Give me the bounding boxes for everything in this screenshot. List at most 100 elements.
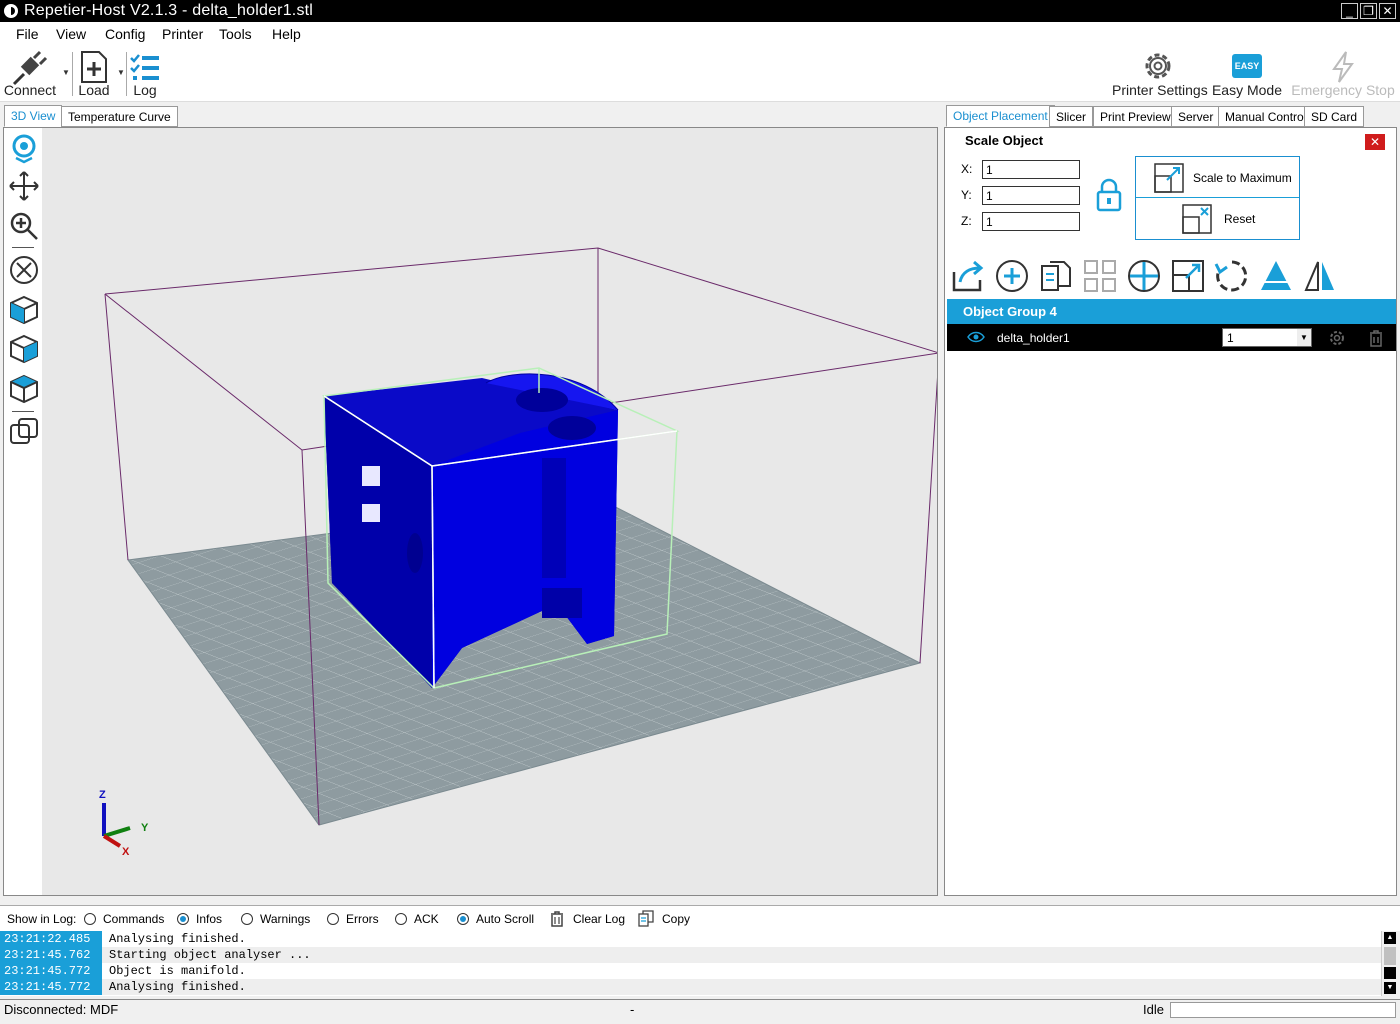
scale-x-label: X:: [961, 162, 973, 176]
printer-state: Idle: [1143, 1002, 1164, 1017]
commands-radio[interactable]: [84, 913, 96, 925]
object-settings-gear-icon[interactable]: [1328, 329, 1346, 347]
title-bar: Repetier-Host V2.1.3 - delta_holder1.stl…: [0, 0, 1400, 22]
clear-log-button[interactable]: Clear Log: [573, 912, 625, 926]
autoposition-icon[interactable]: [1082, 258, 1118, 294]
axis-x-label: X: [122, 846, 130, 858]
warnings-radio[interactable]: [241, 913, 253, 925]
scale-object-icon[interactable]: [1170, 258, 1206, 294]
auto-scroll-radio[interactable]: [457, 913, 469, 925]
tab-object-placement[interactable]: Object Placement: [946, 105, 1055, 127]
errors-radio[interactable]: [327, 913, 339, 925]
scroll-thumb[interactable]: [1384, 947, 1396, 965]
3d-scene: Z Y X: [99, 247, 937, 858]
scale-to-maximum-label: Scale to Maximum: [1193, 171, 1292, 185]
connect-button[interactable]: Connect: [2, 48, 58, 100]
visibility-eye-icon[interactable]: [967, 331, 985, 343]
emergency-stop-label: Emergency Stop: [1291, 82, 1395, 98]
scale-y-label: Y:: [961, 188, 972, 202]
cube-top-icon[interactable]: [8, 373, 40, 405]
load-dropdown-icon[interactable]: ▼: [117, 68, 125, 77]
menu-printer[interactable]: Printer: [162, 26, 203, 42]
status-middle: -: [630, 1002, 635, 1017]
object-group-header[interactable]: Object Group 4: [947, 299, 1396, 324]
reset-scale-button[interactable]: Reset: [1136, 199, 1299, 239]
log-scrollbar[interactable]: ▲ ▼: [1381, 931, 1398, 996]
lightning-icon: [1332, 51, 1354, 83]
toolbar-separator: [126, 52, 127, 96]
errors-label: Errors: [346, 912, 379, 926]
scroll-down-icon[interactable]: ▼: [1384, 982, 1396, 994]
perspective-icon[interactable]: [8, 416, 40, 448]
rotate-object-icon[interactable]: [1214, 258, 1250, 294]
cube-side-icon[interactable]: [8, 333, 40, 365]
tab-3d-view[interactable]: 3D View: [4, 105, 63, 127]
connect-dropdown-icon[interactable]: ▼: [62, 68, 70, 77]
emergency-stop-button[interactable]: Emergency Stop: [1290, 48, 1396, 100]
center-object-icon[interactable]: [1126, 258, 1162, 294]
scale-to-maximum-button[interactable]: Scale to Maximum: [1136, 157, 1299, 198]
copy-log-icon[interactable]: [638, 910, 654, 927]
3d-viewport[interactable]: Z Y X: [3, 127, 938, 896]
log-timestamp: 23:21:22.485: [0, 931, 102, 947]
copy-object-icon[interactable]: [1038, 258, 1074, 294]
add-object-icon[interactable]: [994, 258, 1030, 294]
add-file-icon: [81, 51, 107, 83]
menu-view[interactable]: View: [56, 26, 86, 42]
tool-separator: [12, 411, 34, 412]
easy-mode-button[interactable]: EASY Easy Mode: [1210, 48, 1284, 100]
export-icon[interactable]: [950, 258, 986, 294]
scale-z-input[interactable]: [982, 212, 1080, 231]
app-icon: [4, 4, 18, 18]
move-view-icon[interactable]: [8, 170, 40, 202]
cut-object-icon[interactable]: [1258, 258, 1294, 294]
object-count-select[interactable]: 1 ▼: [1222, 328, 1312, 347]
trash-icon[interactable]: [1368, 329, 1384, 347]
log-button[interactable]: Log: [128, 48, 162, 100]
log-list[interactable]: 23:21:22.485 Analysing finished. 23:21:4…: [0, 931, 1381, 996]
tab-temperature-curve[interactable]: Temperature Curve: [61, 106, 178, 127]
scale-z-label: Z:: [961, 214, 972, 228]
printer-settings-button[interactable]: Printer Settings: [1112, 48, 1208, 100]
object-row[interactable]: delta_holder1 1 ▼: [947, 324, 1396, 351]
menu-tools[interactable]: Tools: [219, 26, 252, 42]
rotate-view-icon[interactable]: [8, 132, 40, 164]
tab-server[interactable]: Server: [1171, 106, 1221, 127]
close-button[interactable]: ✕: [1379, 3, 1396, 19]
infos-label: Infos: [196, 912, 223, 926]
object-count-value: 1: [1227, 331, 1234, 345]
zoom-icon[interactable]: [8, 210, 40, 242]
maximize-button[interactable]: ❐: [1360, 3, 1377, 19]
cube-front-icon[interactable]: [8, 294, 40, 326]
progress-bar: [1170, 1002, 1396, 1018]
chevron-down-icon[interactable]: ▼: [1297, 329, 1311, 346]
tab-slicer[interactable]: Slicer: [1049, 106, 1094, 127]
load-button[interactable]: Load: [74, 48, 114, 100]
clear-log-trash-icon[interactable]: [550, 911, 564, 927]
infos-radio[interactable]: [177, 913, 189, 925]
copy-log-button[interactable]: Copy: [662, 912, 690, 926]
fit-view-icon[interactable]: [8, 254, 40, 286]
minimize-button[interactable]: _: [1341, 3, 1358, 19]
log-message: Analysing finished.: [109, 980, 246, 994]
auto-scroll-label: Auto Scroll: [476, 912, 535, 926]
scale-x-input[interactable]: [982, 160, 1080, 179]
close-scale-icon[interactable]: ✕: [1365, 134, 1385, 150]
lock-icon[interactable]: [1095, 178, 1123, 212]
menu-config[interactable]: Config: [105, 26, 145, 42]
scroll-up-icon[interactable]: ▲: [1384, 932, 1396, 944]
menu-file[interactable]: File: [16, 26, 39, 42]
scale-y-input[interactable]: [982, 186, 1080, 205]
axis-y-label: Y: [141, 822, 149, 834]
gear-icon: [1145, 53, 1171, 79]
tab-sd-card[interactable]: SD Card: [1304, 106, 1365, 127]
easy-mode-label: Easy Mode: [1211, 82, 1283, 98]
menu-help[interactable]: Help: [272, 26, 301, 42]
axis-z-label: Z: [99, 789, 106, 801]
warnings-label: Warnings: [260, 912, 311, 926]
window-title: Repetier-Host V2.1.3 - delta_holder1.stl: [24, 2, 314, 19]
tab-print-preview[interactable]: Print Preview: [1093, 106, 1178, 127]
ack-radio[interactable]: [395, 913, 407, 925]
mirror-object-icon[interactable]: [1302, 258, 1338, 294]
tab-manual-control[interactable]: Manual Control: [1218, 106, 1314, 127]
